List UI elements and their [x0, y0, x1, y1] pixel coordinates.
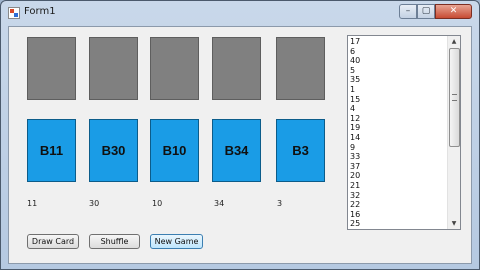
list-item[interactable]: 5 [350, 66, 446, 76]
list-item[interactable]: 12 [350, 114, 446, 124]
list-item[interactable]: 14 [350, 133, 446, 143]
shuffle-button[interactable]: Shuffle [89, 234, 140, 249]
title-bar[interactable]: Form1 – ▢ ✕ [1, 1, 479, 26]
app-icon [8, 7, 20, 19]
list-item[interactable]: 37 [350, 162, 446, 172]
list-item[interactable]: 19 [350, 123, 446, 133]
app-window: Form1 – ▢ ✕ B11 B30 B10 B34 B3 11 30 10 … [0, 0, 480, 270]
card-number-5: 3 [277, 199, 283, 208]
list-item[interactable]: 40 [350, 56, 446, 66]
minimize-button[interactable]: – [399, 4, 417, 19]
card-face-4: B34 [212, 119, 261, 182]
maximize-button[interactable]: ▢ [417, 4, 435, 19]
card-back-1 [27, 37, 76, 100]
scroll-down-icon[interactable]: ▼ [448, 218, 460, 229]
card-face-1: B11 [27, 119, 76, 182]
card-back-2 [89, 37, 138, 100]
card-face-3: B10 [150, 119, 199, 182]
grip-icon [452, 94, 457, 101]
scroll-up-icon[interactable]: ▲ [448, 36, 460, 47]
window-title: Form1 [24, 6, 56, 17]
number-listbox[interactable]: 1764053511541219149333720213222162513 ▲ … [347, 35, 461, 230]
list-item[interactable]: 35 [350, 75, 446, 85]
list-item[interactable]: 6 [350, 47, 446, 57]
list-item[interactable]: 16 [350, 210, 446, 220]
list-item[interactable]: 4 [350, 104, 446, 114]
list-item[interactable]: 32 [350, 191, 446, 201]
scroll-thumb[interactable] [449, 48, 460, 147]
list-item[interactable]: 9 [350, 143, 446, 153]
list-item[interactable]: 13 [350, 229, 446, 230]
card-number-1: 11 [27, 199, 38, 208]
card-back-3 [150, 37, 199, 100]
card-number-2: 30 [89, 199, 100, 208]
list-item[interactable]: 1 [350, 85, 446, 95]
card-back-4 [212, 37, 261, 100]
list-item[interactable]: 22 [350, 200, 446, 210]
listbox-scrollbar[interactable]: ▲ ▼ [447, 36, 460, 229]
card-face-2: B30 [89, 119, 138, 182]
list-item[interactable]: 17 [350, 37, 446, 47]
card-back-5 [276, 37, 325, 100]
close-button[interactable]: ✕ [435, 4, 472, 19]
card-face-5: B3 [276, 119, 325, 182]
list-item[interactable]: 21 [350, 181, 446, 191]
list-items: 1764053511541219149333720213222162513 [350, 37, 446, 230]
list-item[interactable]: 25 [350, 219, 446, 229]
list-item[interactable]: 33 [350, 152, 446, 162]
new-game-button[interactable]: New Game [150, 234, 203, 249]
card-number-4: 34 [214, 199, 225, 208]
draw-card-button[interactable]: Draw Card [27, 234, 79, 249]
list-item[interactable]: 20 [350, 171, 446, 181]
form-client-area: B11 B30 B10 B34 B3 11 30 10 34 3 Draw Ca… [8, 26, 472, 264]
list-item[interactable]: 15 [350, 95, 446, 105]
card-number-3: 10 [152, 199, 163, 208]
